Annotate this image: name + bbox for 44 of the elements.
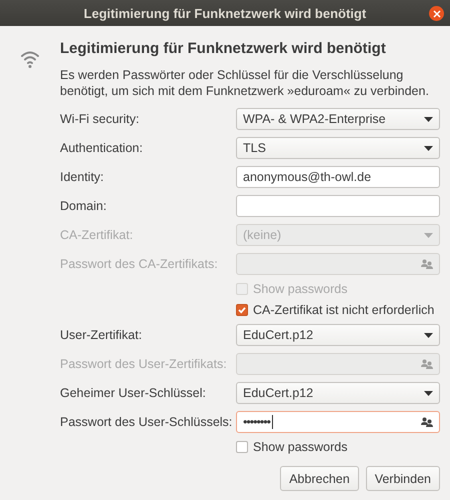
users-icon [421, 417, 433, 427]
dropdown-value: WPA- & WPA2-Enterprise [243, 112, 386, 126]
field-label: Authentication: [60, 141, 144, 155]
checkmark-icon [237, 305, 247, 315]
field-label: Passwort des CA-Zertifikats: [60, 257, 219, 271]
close-button[interactable] [429, 6, 444, 21]
users-icon [421, 359, 433, 369]
wifi-icon [20, 50, 40, 68]
field-label: Geheimer User-Schlüssel: [60, 386, 207, 400]
field-label: Passwort des User-Zertifikats: [60, 357, 228, 371]
checkbox-option[interactable]: CA-Zertifikat ist nicht erforderlich [236, 302, 434, 318]
field-label: Identity: [60, 170, 105, 184]
dialog-message: Es werden Passwörter oder Schlüssel für die Verschlüsselung benötigt, um sich mit dem Funknetzwerk »eduroam« zu verbinden. [60, 67, 430, 99]
window-title: Legitimierung für Funknetzwerk wird benötigt [84, 6, 366, 20]
field-label: Passwort des User-Schlüssels: [60, 415, 234, 429]
dialog-heading: Legitimierung für Funknetzwerk wird benötigt [60, 40, 387, 57]
field-label: User-Zertifikat: [60, 328, 143, 342]
input-field[interactable]: anonymous@th-owl.de [236, 166, 440, 188]
dropdown-value: EduCert.p12 [243, 328, 314, 342]
dropdown[interactable]: EduCert.p12 [236, 382, 440, 404]
input-field[interactable] [236, 195, 440, 217]
close-icon [432, 10, 440, 18]
dropdown[interactable]: WPA- & WPA2-Enterprise [236, 108, 440, 130]
dropdown-value: EduCert.p12 [243, 386, 314, 400]
password-field[interactable]: •••••••• [236, 411, 440, 433]
dropdown[interactable]: EduCert.p12 [236, 324, 440, 346]
password-dots: •••••••• [243, 415, 270, 429]
caret-icon [424, 116, 433, 122]
dialog-button[interactable]: Verbinden [366, 466, 440, 491]
dropdown-value: (keine) [243, 228, 282, 242]
caret-icon [424, 232, 433, 238]
text-cursor [272, 415, 274, 429]
users-icon [421, 259, 433, 269]
checkbox-option[interactable]: Show passwords [236, 439, 348, 455]
field-label: CA-Zertifikat: [60, 228, 134, 242]
dropdown[interactable]: TLS [236, 137, 440, 159]
field-label: Domain: [60, 199, 108, 213]
caret-icon [424, 390, 433, 396]
dropdown-value: TLS [243, 141, 266, 155]
input-value: anonymous@th-owl.de [243, 170, 372, 184]
caret-icon [424, 146, 433, 150]
caret-icon [424, 332, 433, 338]
dialog-button[interactable]: Abbrechen [280, 466, 359, 491]
field-label: Wi-Fi security: [60, 112, 140, 126]
